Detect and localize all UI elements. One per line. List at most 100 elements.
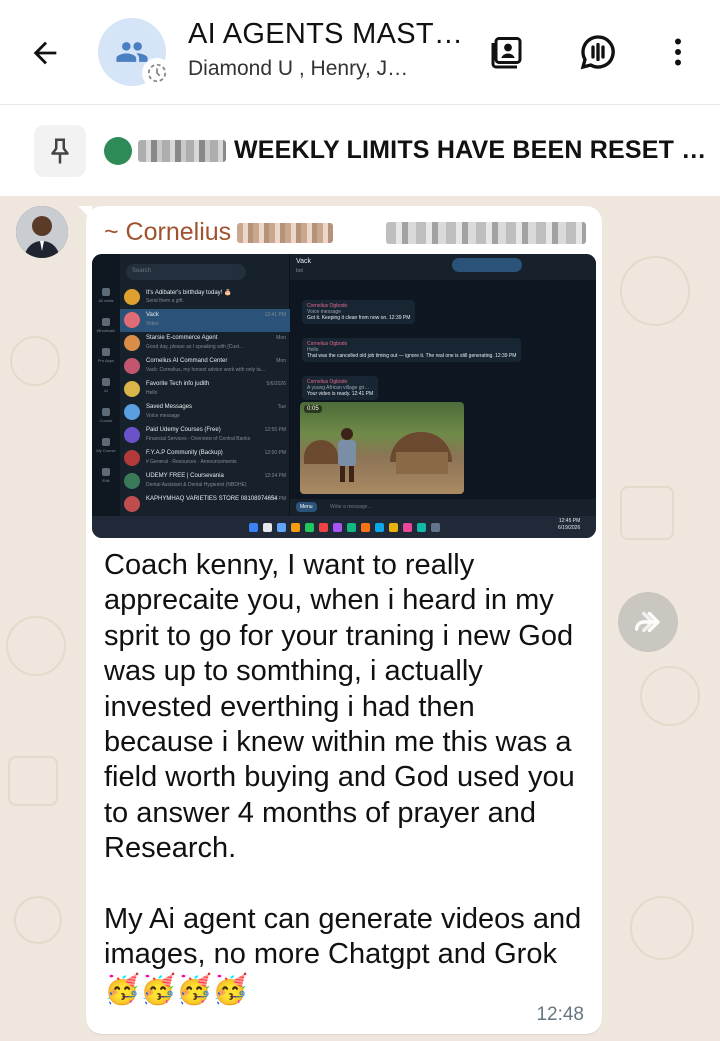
chat-preview: Video [146,321,159,327]
taskbar-app-icon [262,522,272,532]
forward-button[interactable] [618,592,678,652]
chat-preview: Financial Services - Overview of Central… [146,436,251,442]
folder-label: My Course [94,438,118,453]
folder-label: Wholesale [94,318,118,333]
chat-avatar [124,450,140,466]
chat-time: 12:21 PM [264,496,286,502]
taskbar-app-icon [360,522,370,532]
chat-preview: Vack: Cornelius, my honest advice work w… [146,367,266,373]
screenshot-message: Cornelius Ogbodo Hello That was the cancel… [302,338,522,362]
screenshot-message: Cornelius Ogbodo Voice message Got it. Kee… [302,300,416,324]
more-vertical-icon [675,38,681,66]
message-text: Coach kenny, I want to really apprecaite… [104,549,582,1006]
chat-name: F.Y.A.P Community (Backup) [146,450,223,456]
pin-button[interactable] [34,125,86,177]
voice-chat-icon [580,35,615,70]
conversation-header: Vack bot [290,254,596,280]
screenshot-chat-row: Paid Udemy Courses (Free) Financial Servi… [120,424,290,447]
pin-icon [51,138,69,164]
screenshot-chat-row: UDEMY FREE | Coursevania Dental Assistant… [120,470,290,493]
folder-icon [102,348,110,356]
chat-name: Starsie E-commerce Agent [146,335,218,341]
menu-chip: Menu [296,502,317,512]
group-avatar[interactable] [98,18,172,88]
taskbar-app-icon [290,522,300,532]
chat-avatar [124,404,140,420]
chat-preview: Send them a gift. [146,298,184,304]
conversation-pane: Vack bot Cornelius Ogbodo Voice message Go… [290,254,596,516]
message-bubble[interactable]: ~ Cornelius All chats Wholesale Pro Apps AI… [86,206,602,1034]
chat-avatar [124,381,140,397]
voice-chat-button[interactable] [576,30,620,74]
taskbar-app-icon [248,522,258,532]
chat-time: Mon [276,358,286,364]
conversation-status: bot [296,268,303,274]
screenshot-message: Cornelius Ogbodo A young African village … [302,376,379,400]
screenshot-chat-row: It's Adibater's birthday today! 🎂 Send th… [120,286,290,309]
chat-name: KAPHYMHAQ VARIETIES STORE 08108974654 [146,496,278,502]
audio-player [452,258,522,272]
chat-time: 5/6/2026 [266,381,286,387]
compose-bar: Menu Write a message… [290,499,596,516]
video-thumbnail: 0:05 [300,402,464,494]
chat-preview: Good day, please as I speaking with [Cus… [146,344,245,350]
chat-preview: Voice message [146,413,180,419]
chat-time: Tue [277,404,286,410]
chat-avatar [124,358,140,374]
chat-name: UDEMY FREE | Coursevania [146,473,224,479]
arrow-left-icon [33,41,57,65]
chat-avatar [124,335,140,351]
taskbar-app-icon [430,522,440,532]
chat-preview: Dental Assistant & Dental Hygienist (NBD… [146,482,247,488]
chat-name: Saved Messages [146,404,193,410]
conversation-title: Vack [296,258,312,265]
folder-label: AI [94,378,118,393]
chat-preview: # General · Resources · Announcements [146,459,237,465]
taskbar-app-icon [304,522,314,532]
chat-title-block[interactable]: AI AGENTS MAST… Diamond U , Henry, J… [188,18,478,81]
windows-taskbar [92,516,596,538]
chat-name: Favorite Tech info judith [146,381,210,387]
folder-label: Edit [94,468,118,483]
sender-avatar[interactable] [16,206,68,258]
chat-time: 12:24 PM [264,473,286,479]
chat-time: 12:55 PM [264,427,286,433]
taskbar-app-icon [374,522,384,532]
chat-time: 12:41 PM [264,312,286,318]
taskbar-app-icon [416,522,426,532]
chat-preview: Hello [146,390,158,396]
screenshot-image[interactable]: All chats Wholesale Pro Apps AI Course My Cou… [92,254,596,538]
screenshot-chat-row: Starsie E-commerce Agent Good day, please… [120,332,290,355]
folder-label: Pro Apps [94,348,118,363]
taskbar-app-icon [402,522,412,532]
sender-name[interactable]: ~ Cornelius [104,218,334,247]
contact-card-icon [491,37,522,69]
screenshot-chat-row: Cornelius AI Command Center Vack: Corneli… [120,355,290,378]
folder-icon [102,288,110,296]
forward-icon [634,611,660,633]
back-button[interactable] [24,32,66,74]
menu-button[interactable] [656,30,700,74]
taskbar-app-icon [346,522,356,532]
screenshot-chat-row: KAPHYMHAQ VARIETIES STORE 08108974654 12:… [120,493,290,516]
screenshot-chat-row: Saved Messages Voice message Tue [120,401,290,424]
folder-sidebar: All chats Wholesale Pro Apps AI Course My Cou… [92,254,120,516]
pinned-message-banner[interactable]: WEEKLY LIMITS HAVE BEEN RESET … [0,104,720,196]
screenshot-chat-row: F.Y.A.P Community (Backup) # General · Re… [120,447,290,470]
chat-participants: Diamond U , Henry, J… [188,57,409,80]
globe-emoji-icon [104,136,132,165]
chat-name: It's Adibater's birthday today! 🎂 [146,290,232,296]
chat-time: Mon [276,335,286,341]
chat-name: Vack [146,312,159,318]
pinned-message-text: WEEKLY LIMITS HAVE BEEN RESET … [104,136,706,165]
blurred-phone-number [386,222,586,244]
app-bar: AI AGENTS MAST… Diamond U , Henry, J… [0,0,720,104]
chat-time: 12:50 PM [264,450,286,456]
child-figure [336,428,358,482]
contact-card-button[interactable] [486,30,530,74]
search-bar: Search [126,264,246,280]
chat-avatar [124,312,140,328]
taskbar-app-icon [332,522,342,532]
folder-label: All chats [94,288,118,303]
taskbar-app-icon [276,522,286,532]
